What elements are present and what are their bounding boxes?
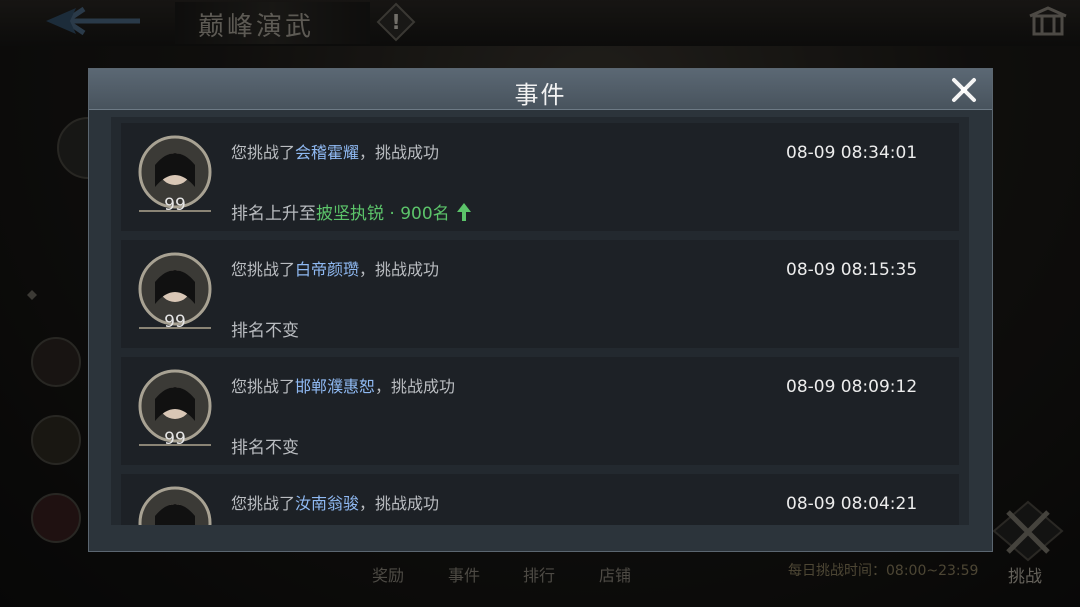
event-prefix: 您挑战了 [231,377,296,396]
dialog-title: 事件 [514,81,567,109]
event-prefix: 您挑战了 [231,260,296,279]
opponent-name[interactable]: 邯郸濮惠恕 [295,377,375,396]
rank-name: 披坚执锐 · 900名 [316,204,450,224]
event-suffix: ，挑战成功 [375,377,456,396]
player-level: 99 [164,195,186,215]
opponent-name[interactable]: 白帝颜瓒 [295,260,359,279]
event-description: 您挑战了会稽霍耀，挑战成功 [231,139,439,163]
event-row: 您挑战了汝南翁骏，挑战成功 08-09 08:04:21 [121,474,959,525]
event-time: 08-09 08:34:01 [786,143,918,163]
player-avatar [133,486,217,525]
events-dialog: 事件 99 您挑战了会稽霍耀，挑战成功 08-09 08:34:01 排名上升至… [88,68,993,552]
player-level: 99 [164,312,186,332]
opponent-name[interactable]: 汝南翁骏 [295,494,359,513]
event-time: 08-09 08:15:35 [786,260,918,280]
rank-result: 排名不变 [231,321,299,341]
event-row: 99 您挑战了会稽霍耀，挑战成功 08-09 08:34:01 排名上升至披坚执… [121,123,959,231]
event-description: 您挑战了白帝颜瓒，挑战成功 [231,256,439,280]
event-suffix: ，挑战成功 [359,143,440,162]
player-level: 99 [164,429,186,449]
event-suffix: ，挑战成功 [359,260,440,279]
event-row: 99 您挑战了邯郸濮惠恕，挑战成功 08-09 08:09:12 排名不变 [121,357,959,465]
rank-change: 排名上升至披坚执锐 · 900名 [231,199,472,227]
opponent-name[interactable]: 会稽霍耀 [295,143,359,162]
event-suffix: ，挑战成功 [359,494,440,513]
event-prefix: 您挑战了 [231,143,296,162]
close-icon[interactable] [947,73,981,107]
event-time: 08-09 08:09:12 [786,377,918,397]
event-description: 您挑战了邯郸濮惠恕，挑战成功 [231,373,455,397]
event-time: 08-09 08:04:21 [786,494,918,514]
event-description: 您挑战了汝南翁骏，挑战成功 [231,490,439,514]
event-list[interactable]: 99 您挑战了会稽霍耀，挑战成功 08-09 08:34:01 排名上升至披坚执… [111,117,969,525]
rank-result: 排名不变 [231,438,299,458]
rank-up-arrow-icon [456,202,472,227]
event-prefix: 您挑战了 [231,494,296,513]
rank-prefix: 排名上升至 [231,204,316,224]
event-row: 99 您挑战了白帝颜瓒，挑战成功 08-09 08:15:35 排名不变 [121,240,959,348]
